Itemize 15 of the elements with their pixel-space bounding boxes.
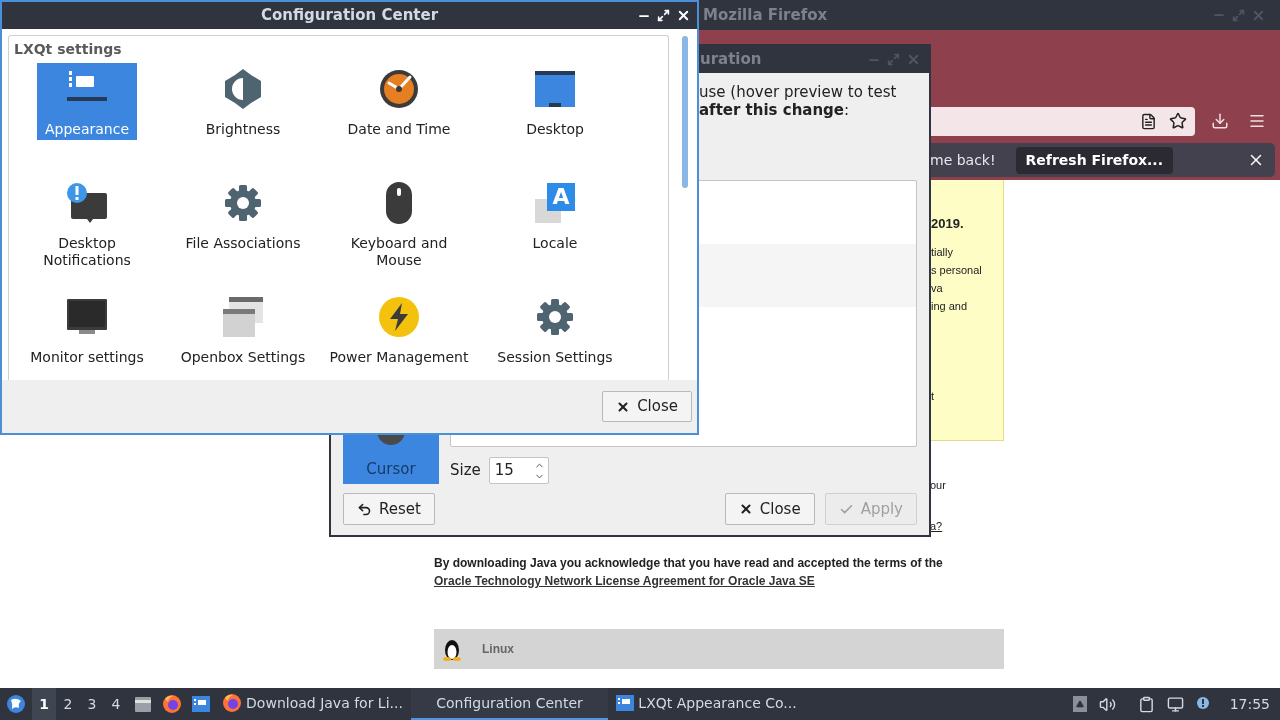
notice-heading: 2019. [931,216,965,232]
description-line: use (hover preview to test [699,83,898,101]
text-fragment: our [930,479,946,491]
window-title: Configuration Center [260,5,439,27]
size-label: Size [450,460,481,482]
notice-paragraph: t [931,389,936,404]
license-notice: By downloading Java you acknowledge that you have read and accepted the terms of the Oracle Technology Network License Agreement for Oracle Java SE [434,555,944,590]
description-line: after this change: [699,101,851,119]
download-label: Linux [482,641,514,658]
notification-message: me back! [930,150,996,170]
window-title: uration [700,49,762,71]
window-title: Mozilla Firefox [703,4,828,26]
group-title: LXQt settings [13,40,123,58]
notice-paragraph: tially s personal va ing and [931,245,983,314]
clock: 17:55 [1229,694,1270,714]
